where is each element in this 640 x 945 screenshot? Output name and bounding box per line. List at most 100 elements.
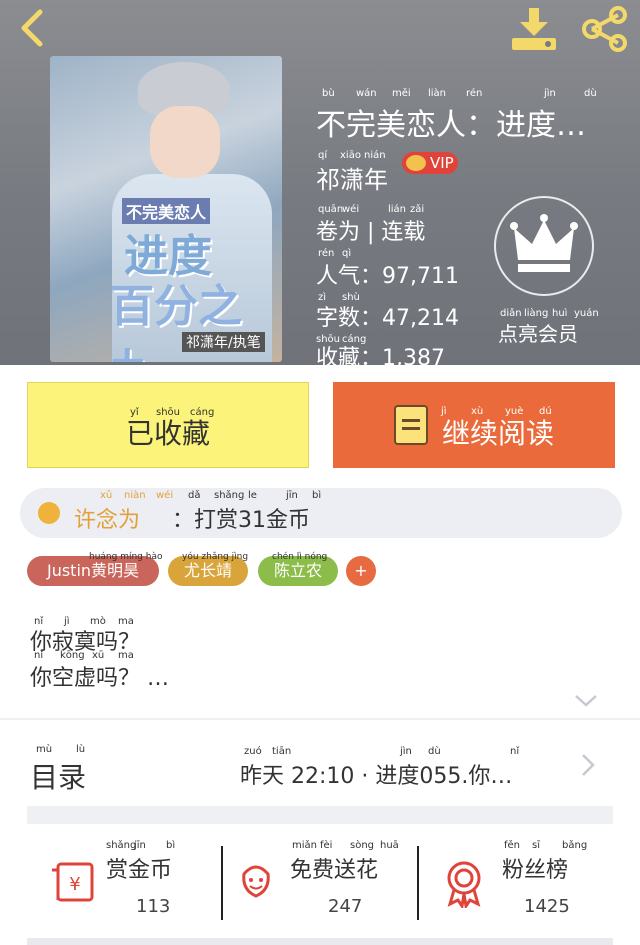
wish-text-pinyin-2: shǎng	[214, 490, 245, 501]
title-pinyin-3: měi	[392, 88, 411, 99]
stat-reward-coins[interactable]: ¥ shǎng jīn bì 赏金币 113	[30, 840, 226, 918]
favorited-pinyin-3: cáng	[190, 407, 215, 418]
favorited-label: 已收藏	[125, 417, 210, 450]
section-gap	[27, 806, 613, 824]
svg-text:¥: ¥	[69, 874, 80, 895]
title-pinyin-1: bù	[322, 88, 335, 99]
wish-text-pinyin-1: dǎ	[188, 490, 201, 501]
book-word-count: 字数：47,214	[316, 306, 459, 331]
description-line2: 你空虚吗？ …	[30, 666, 169, 691]
stat-flowers-label: 免费送花	[290, 858, 379, 883]
toc-pinyin-2: lù	[76, 744, 86, 755]
bottom-divider	[27, 938, 613, 945]
wish-text-pinyin-5: bì	[312, 490, 322, 501]
vip-badge: VIP	[402, 152, 458, 174]
wish-label: 许念为	[74, 508, 141, 533]
toc-label: 目录	[30, 761, 87, 794]
latest-pinyin-3: jìn	[400, 746, 412, 757]
stat-reward-value: 113	[136, 896, 171, 917]
medal-icon	[447, 861, 481, 908]
divider	[0, 718, 640, 720]
cover-author: 祁潇年/执笔	[182, 332, 265, 352]
expand-description-button[interactable]	[574, 694, 598, 708]
crown-icon	[510, 214, 578, 272]
book-status: 卷为 | 连载	[316, 220, 426, 245]
vip-label: VIP	[430, 154, 454, 172]
wish-pinyin-1: xǔ	[100, 490, 113, 501]
stat-divider	[221, 846, 223, 920]
stat-fans-label: 粉丝榜	[502, 858, 569, 883]
latest-pinyin-5: nǐ	[510, 746, 520, 757]
member-button[interactable]	[494, 196, 594, 296]
title-pinyin-2: wán	[356, 88, 377, 99]
stat1-pinyin-1: shǎng	[106, 840, 137, 851]
title-pinyin-4: liàn	[428, 88, 447, 99]
member-label[interactable]: 点亮会员	[498, 318, 578, 347]
favorited-pinyin-2: shōu	[156, 407, 181, 418]
wish-bar[interactable]: xǔ niàn wéi 许念为 dǎ shǎng le jīn bì ：打赏31…	[20, 488, 622, 538]
favorited-button[interactable]: yǐ shōu cáng 已收藏	[27, 382, 309, 468]
tag-chen-linong[interactable]: chén lì nóng 陈立农	[258, 552, 338, 586]
stat-fans-value: 1425	[524, 896, 570, 917]
add-tag-label: +	[354, 561, 368, 580]
bulb-icon	[38, 502, 60, 524]
wish-pinyin-3: wéi	[156, 490, 174, 501]
stat-divider	[417, 846, 419, 920]
book-cover[interactable]: 不完美恋人 进度 百分之九 祁潇年/执笔	[50, 56, 282, 362]
tag-you-zhangjing-pinyin: yóu zhǎng jìng	[182, 552, 249, 562]
red-envelope-icon: ¥	[52, 862, 94, 902]
book-icon	[393, 405, 428, 445]
chevron-down-icon	[575, 695, 597, 707]
stat-flowers-value: 247	[328, 896, 363, 917]
stat1-pinyin-2: jīn	[134, 840, 146, 851]
stat3-pinyin-1: fěn	[504, 840, 521, 851]
stat2-pinyin-2: fèi	[320, 840, 333, 851]
tag-justin-pinyin: huáng míng hào	[89, 552, 163, 562]
book-header: 不完美恋人 进度 百分之九 祁潇年/执笔 bù wán měi liàn rén…	[0, 0, 640, 371]
continue-pinyin-2: xù	[471, 406, 484, 417]
title-pinyin-5: rén	[466, 88, 483, 99]
latest-chapter: 昨天 22:10 · 进度055.你…	[240, 764, 513, 789]
stat-free-flowers[interactable]: miǎn fèi sòng huā 免费送花 247	[228, 840, 424, 918]
download-button[interactable]	[508, 6, 560, 52]
continue-reading-button[interactable]: jì xù yuè dú 继续阅读	[333, 382, 615, 468]
share-button[interactable]	[580, 6, 630, 52]
stat2-pinyin-1: miǎn	[292, 840, 317, 851]
stat3-pinyin-2: sī	[532, 840, 540, 851]
add-tag-button[interactable]: +	[346, 556, 376, 586]
wish-pinyin-2: niàn	[124, 490, 146, 501]
back-button[interactable]	[14, 8, 54, 48]
tag-justin[interactable]: huáng míng hào Justin黄明昊	[27, 552, 162, 586]
download-icon	[512, 8, 556, 50]
stat1-pinyin-3: bì	[166, 840, 176, 851]
tag-you-zhangjing[interactable]: yóu zhǎng jìng 尤长靖	[168, 552, 248, 586]
stat-reward-label: 赏金币	[106, 858, 173, 883]
cover-figure-face	[150, 106, 220, 178]
latest-pinyin-4: dù	[428, 746, 441, 757]
book-author[interactable]: 祁潇年	[316, 160, 388, 195]
stat-fan-ranking[interactable]: fěn sī bǎng 粉丝榜 1425	[428, 840, 624, 918]
favorited-pinyin-1: yǐ	[130, 407, 139, 418]
title-pinyin-7: dù	[584, 88, 597, 99]
vip-crown-icon	[406, 155, 426, 171]
latest-pinyin-2: tiān	[272, 746, 292, 757]
continue-pinyin-4: dú	[539, 406, 552, 417]
book-title: 不完美恋人：进度…	[316, 108, 586, 143]
title-pinyin-6: jìn	[544, 88, 556, 99]
wish-text: ：打赏31金币	[172, 508, 310, 533]
book-detail-page: 不完美恋人 进度 百分之九 祁潇年/执笔 bù wán měi liàn rén…	[0, 0, 640, 945]
continue-pinyin-1: jì	[441, 406, 447, 417]
book-favorites: 收藏：1,387	[316, 346, 445, 371]
wish-text-pinyin-4: jīn	[286, 490, 298, 501]
stat2-pinyin-4: huā	[380, 840, 399, 851]
share-icon	[582, 6, 627, 52]
toc-pinyin-1: mù	[36, 744, 53, 755]
flower-icon	[242, 865, 270, 898]
back-chevron-icon	[21, 9, 43, 47]
book-popularity: 人气：97,711	[316, 264, 459, 289]
toc-chevron	[580, 752, 596, 778]
continue-pinyin-3: yuè	[505, 406, 524, 417]
chevron-right-icon	[582, 754, 595, 776]
stat2-pinyin-3: sòng	[350, 840, 375, 851]
stat3-pinyin-3: bǎng	[562, 840, 588, 851]
